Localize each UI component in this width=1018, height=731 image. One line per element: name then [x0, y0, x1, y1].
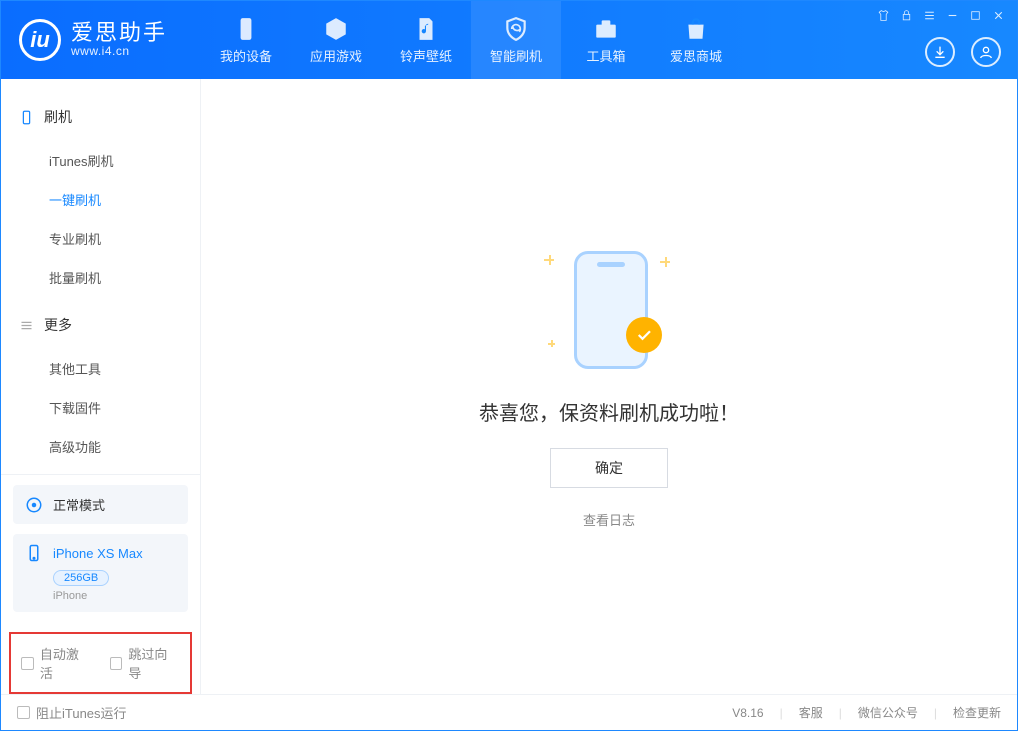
window-controls: [877, 9, 1005, 22]
checkbox-icon: [21, 657, 34, 670]
status-bar: 阻止iTunes运行 V8.16 | 客服 | 微信公众号 | 检查更新: [1, 694, 1017, 730]
nav-label: 爱思商城: [670, 46, 722, 65]
view-log-link[interactable]: 查看日志: [583, 510, 635, 529]
sparkle-icon: [544, 255, 554, 265]
checkbox-icon: [17, 706, 30, 719]
device-panel: 正常模式 iPhone XS Max 256GB iPhone: [1, 474, 200, 628]
top-nav: 我的设备 应用游戏 铃声壁纸 智能刷机 工具箱 爱思商城: [201, 1, 741, 79]
block-itunes-checkbox[interactable]: 阻止iTunes运行: [17, 703, 127, 722]
app-url: www.i4.cn: [71, 44, 167, 58]
checkbox-label: 自动激活: [40, 644, 92, 682]
logo-icon: iu: [19, 19, 61, 61]
sparkle-icon: [548, 340, 555, 347]
sidebar-item-other-tools[interactable]: 其他工具: [1, 349, 200, 388]
header-actions: [925, 37, 1001, 67]
close-icon[interactable]: [992, 9, 1005, 22]
maximize-icon[interactable]: [969, 9, 982, 22]
sidebar: 刷机 iTunes刷机 一键刷机 专业刷机 批量刷机 更多 其他工具 下载固件 …: [1, 79, 201, 694]
cube-icon: [323, 16, 349, 42]
sidebar-item-itunes-flash[interactable]: iTunes刷机: [1, 141, 200, 180]
nav-label: 工具箱: [586, 46, 625, 65]
flash-options-highlight: 自动激活 跳过向导: [9, 632, 192, 694]
checkbox-label: 阻止iTunes运行: [36, 703, 127, 722]
music-file-icon: [413, 16, 439, 42]
titlebar: iu 爱思助手 www.i4.cn 我的设备 应用游戏 铃声壁纸 智能刷机: [1, 1, 1017, 79]
auto-activate-checkbox[interactable]: 自动激活: [21, 644, 92, 682]
sidebar-item-batch-flash[interactable]: 批量刷机: [1, 258, 200, 297]
list-icon: [19, 318, 34, 333]
sidebar-item-oneclick-flash[interactable]: 一键刷机: [1, 180, 200, 219]
download-icon: [932, 44, 948, 60]
nav-label: 智能刷机: [490, 46, 542, 65]
device-type-label: iPhone: [53, 590, 176, 602]
user-icon: [978, 44, 994, 60]
nav-ringtones[interactable]: 铃声壁纸: [381, 1, 471, 79]
support-link[interactable]: 客服: [799, 704, 823, 721]
nav-label: 应用游戏: [310, 46, 362, 65]
status-icon: [25, 496, 43, 514]
confirm-button[interactable]: 确定: [550, 448, 668, 488]
nav-label: 铃声壁纸: [400, 46, 452, 65]
nav-store[interactable]: 爱思商城: [651, 1, 741, 79]
skip-guide-checkbox[interactable]: 跳过向导: [110, 644, 181, 682]
nav-tools[interactable]: 工具箱: [561, 1, 651, 79]
lock-icon[interactable]: [900, 9, 913, 22]
success-message: 恭喜您，保资料刷机成功啦！: [479, 397, 739, 426]
checkbox-label: 跳过向导: [128, 644, 180, 682]
section-label: 更多: [44, 315, 72, 335]
shirt-icon[interactable]: [877, 9, 890, 22]
logo-area: iu 爱思助手 www.i4.cn: [1, 1, 201, 79]
minimize-icon[interactable]: [946, 9, 959, 22]
phone-icon: [25, 544, 43, 562]
nav-my-device[interactable]: 我的设备: [201, 1, 291, 79]
nav-label: 我的设备: [220, 46, 272, 65]
success-check-badge: [626, 317, 662, 353]
account-button[interactable]: [971, 37, 1001, 67]
sparkle-icon: [660, 257, 670, 267]
device-mode-card[interactable]: 正常模式: [13, 485, 188, 524]
version-label: V8.16: [732, 706, 763, 720]
check-update-link[interactable]: 检查更新: [953, 704, 1001, 721]
sidebar-item-pro-flash[interactable]: 专业刷机: [1, 219, 200, 258]
download-button[interactable]: [925, 37, 955, 67]
nav-flash[interactable]: 智能刷机: [471, 1, 561, 79]
body: 刷机 iTunes刷机 一键刷机 专业刷机 批量刷机 更多 其他工具 下载固件 …: [1, 79, 1017, 694]
section-label: 刷机: [44, 107, 72, 127]
sidebar-section-flash: 刷机: [1, 97, 200, 137]
check-icon: [635, 326, 653, 344]
app-window: iu 爱思助手 www.i4.cn 我的设备 应用游戏 铃声壁纸 智能刷机: [0, 0, 1018, 731]
toolbox-icon: [593, 16, 619, 42]
menu-icon[interactable]: [923, 9, 936, 22]
bag-icon: [683, 16, 709, 42]
main-content: 恭喜您，保资料刷机成功啦！ 确定 查看日志: [201, 79, 1017, 694]
sidebar-item-download-firmware[interactable]: 下载固件: [1, 388, 200, 427]
device-capacity-badge: 256GB: [53, 570, 109, 586]
sidebar-section-more: 更多: [1, 305, 200, 345]
device-name: iPhone XS Max: [53, 546, 143, 561]
sidebar-item-advanced[interactable]: 高级功能: [1, 427, 200, 466]
nav-apps[interactable]: 应用游戏: [291, 1, 381, 79]
device-icon: [233, 16, 259, 42]
device-info-card[interactable]: iPhone XS Max 256GB iPhone: [13, 534, 188, 612]
success-illustration: [544, 245, 674, 375]
app-name: 爱思助手: [71, 22, 167, 44]
device-mode-label: 正常模式: [53, 495, 105, 514]
refresh-shield-icon: [503, 16, 529, 42]
phone-icon: [19, 110, 34, 125]
checkbox-icon: [110, 657, 123, 670]
wechat-link[interactable]: 微信公众号: [858, 704, 918, 721]
